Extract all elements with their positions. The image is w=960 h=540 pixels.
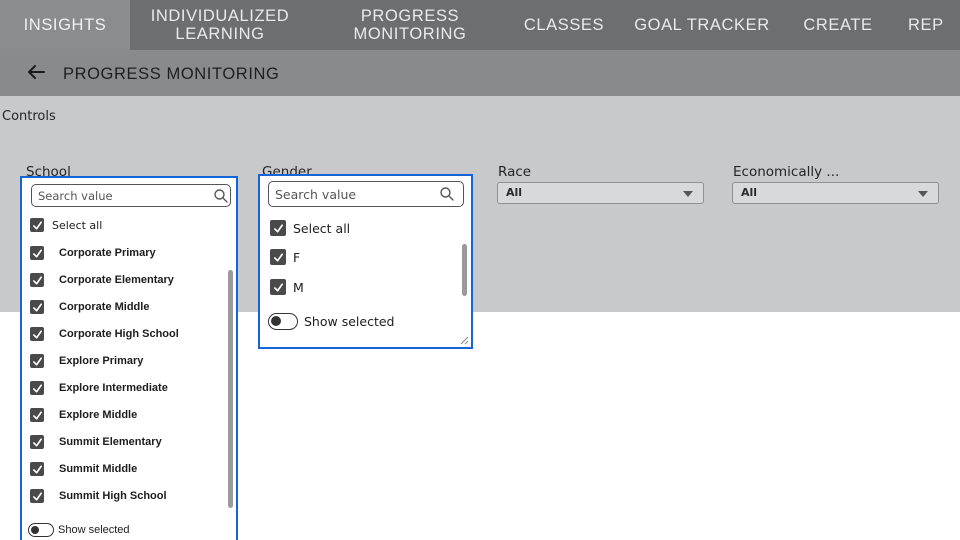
gender-list-scrollbar[interactable]	[462, 244, 467, 296]
economically-dropdown[interactable]: All	[732, 182, 939, 204]
checkbox-checked-icon	[30, 218, 44, 232]
gender-show-selected-toggle[interactable]: Show selected	[268, 313, 394, 330]
school-show-selected-toggle[interactable]: Show selected	[28, 523, 130, 537]
school-option-label: Corporate High School	[59, 328, 179, 340]
school-option[interactable]: Corporate Middle	[30, 300, 149, 314]
nav-tab-progress-monitoring[interactable]: PROGRESS MONITORING	[330, 0, 490, 50]
resize-handle-icon[interactable]	[459, 335, 469, 345]
chevron-down-icon	[918, 191, 928, 197]
toggle-off-icon	[28, 523, 54, 537]
school-option[interactable]: Explore Middle	[30, 408, 137, 422]
checkbox-checked-icon	[30, 462, 44, 476]
nav-tab-goal-tracker[interactable]: GOAL TRACKER	[622, 0, 782, 50]
nav-tab-label: REP	[908, 16, 944, 34]
gender-search-box[interactable]	[268, 181, 464, 207]
school-option[interactable]: Summit Middle	[30, 462, 137, 476]
nav-tab-label: GOAL TRACKER	[634, 16, 770, 34]
school-option-label: Explore Intermediate	[59, 382, 168, 394]
nav-tab-label: CLASSES	[523, 16, 605, 34]
checkbox-checked-icon	[30, 354, 44, 368]
gender-search-input[interactable]	[275, 184, 425, 205]
nav-tab-insights[interactable]: INSIGHTS	[0, 0, 130, 50]
school-option[interactable]: Corporate High School	[30, 327, 179, 341]
gender-select-all[interactable]: Select all	[270, 220, 350, 236]
school-option[interactable]: Corporate Elementary	[30, 273, 174, 287]
school-option-label: Explore Primary	[59, 355, 144, 367]
chevron-down-icon	[683, 191, 693, 197]
nav-tab-label: INSIGHTS	[23, 16, 107, 34]
school-option-label: Corporate Middle	[59, 301, 150, 313]
checkbox-checked-icon	[30, 327, 44, 341]
nav-tab-individualized-learning[interactable]: INDIVIDUALIZED LEARNING	[130, 0, 310, 50]
show-selected-label: Show selected	[58, 524, 130, 536]
school-filter-popup: Select all Corporate Primary Corporate E…	[20, 176, 238, 540]
checkbox-checked-icon	[270, 220, 286, 236]
toggle-off-icon	[268, 313, 298, 330]
page-title: PROGRESS MONITORING	[63, 65, 280, 83]
school-option[interactable]: Summit Elementary	[30, 435, 162, 449]
gender-option-label: F	[293, 249, 301, 265]
gender-option-f[interactable]: F	[270, 249, 300, 265]
checkbox-checked-icon	[30, 408, 44, 422]
school-option-label: Summit Elementary	[59, 436, 162, 448]
economically-dropdown-value: All	[741, 186, 758, 199]
arrow-left-icon[interactable]	[26, 63, 52, 83]
school-option[interactable]: Explore Primary	[30, 354, 143, 368]
checkbox-checked-icon	[270, 279, 286, 295]
checkbox-checked-icon	[270, 249, 286, 265]
nav-tab-classes[interactable]: CLASSES	[512, 0, 616, 50]
school-search-input[interactable]	[38, 187, 198, 205]
search-icon	[214, 189, 228, 203]
checkbox-checked-icon	[30, 273, 44, 287]
checkbox-checked-icon	[30, 435, 44, 449]
gender-option-m[interactable]: M	[270, 279, 304, 295]
school-option[interactable]: Corporate Primary	[30, 246, 156, 260]
filter-label-economically: Economically ...	[733, 164, 840, 180]
page: INSIGHTS INDIVIDUALIZED LEARNING PROGRES…	[0, 0, 960, 540]
race-dropdown-value: All	[506, 186, 523, 199]
school-option[interactable]: Explore Intermediate	[30, 381, 168, 395]
checkbox-checked-icon	[30, 246, 44, 260]
search-icon	[440, 187, 454, 201]
checkbox-checked-icon	[30, 381, 44, 395]
gender-option-label: M	[293, 279, 304, 295]
controls-title: Controls	[2, 109, 56, 124]
checkbox-checked-icon	[30, 489, 44, 503]
filter-label-race: Race	[498, 164, 532, 180]
school-search-box[interactable]	[31, 184, 231, 207]
select-all-label: Select all	[293, 220, 351, 236]
gender-filter-popup: Select all F M Show selected	[258, 174, 473, 349]
nav-tab-create[interactable]: CREATE	[790, 0, 886, 50]
school-select-all[interactable]: Select all	[30, 218, 102, 232]
top-nav: INSIGHTS INDIVIDUALIZED LEARNING PROGRES…	[0, 0, 960, 50]
school-option-label: Summit High School	[59, 490, 167, 502]
nav-tab-label: CREATE	[803, 16, 873, 34]
race-dropdown[interactable]: All	[497, 182, 704, 204]
checkbox-checked-icon	[30, 300, 44, 314]
nav-tab-label: PROGRESS MONITORING	[353, 7, 467, 43]
sub-header: PROGRESS MONITORING	[0, 50, 960, 96]
school-option[interactable]: Summit High School	[30, 489, 167, 503]
school-option-label: Summit Middle	[59, 463, 138, 475]
school-option-label: Corporate Elementary	[59, 274, 174, 286]
school-option-label: Explore Middle	[59, 409, 138, 421]
nav-tab-label: INDIVIDUALIZED LEARNING	[150, 7, 290, 43]
show-selected-label: Show selected	[304, 314, 395, 329]
nav-tab-reports[interactable]: REP	[908, 0, 960, 50]
select-all-label: Select all	[52, 218, 103, 232]
school-option-label: Corporate Primary	[59, 247, 156, 259]
school-list-scrollbar[interactable]	[228, 270, 233, 508]
